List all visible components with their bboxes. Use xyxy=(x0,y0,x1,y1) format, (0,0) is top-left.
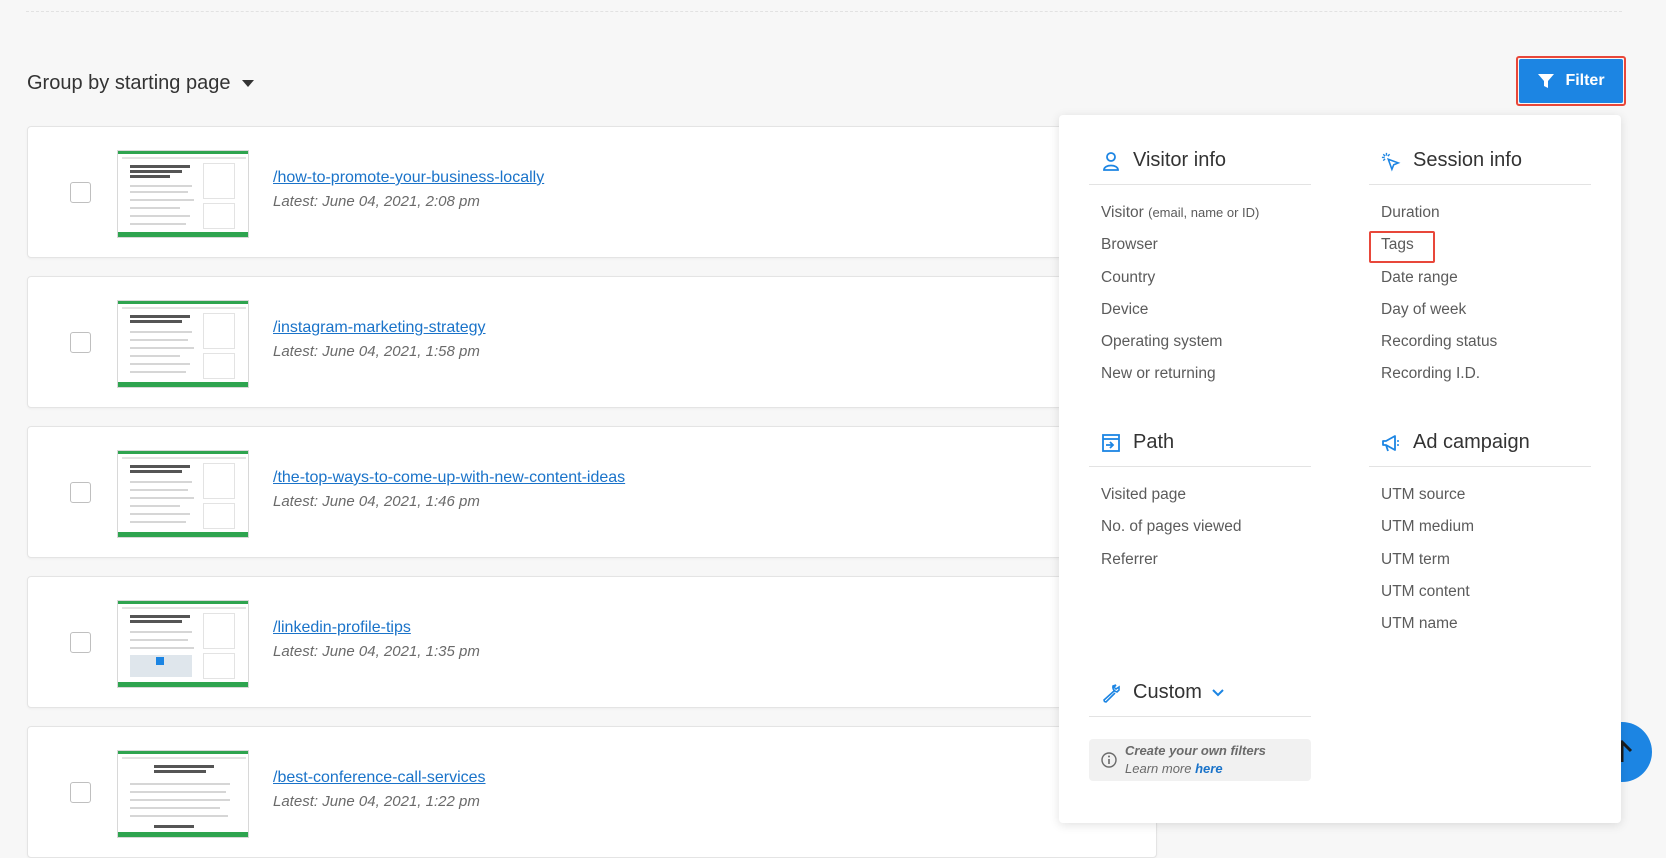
recording-path-link[interactable]: /instagram-marketing-strategy xyxy=(273,319,486,337)
filter-option-country[interactable]: Country xyxy=(1089,262,1311,294)
filter-option-operating-system[interactable]: Operating system xyxy=(1089,326,1311,358)
filter-option-recording-id[interactable]: Recording I.D. xyxy=(1369,358,1591,390)
caret-down-icon xyxy=(242,80,255,87)
user-icon xyxy=(1101,151,1121,171)
path-title: Path xyxy=(1133,431,1175,453)
page-thumbnail[interactable] xyxy=(117,750,249,838)
filter-option-visitor[interactable]: Visitor (email, name or ID) xyxy=(1089,197,1311,229)
session-info-section: Session info Duration Tags Date range Da… xyxy=(1369,137,1591,391)
filter-option-new-or-returning[interactable]: New or returning xyxy=(1089,358,1311,390)
recording-card: /the-top-ways-to-come-up-with-new-conten… xyxy=(27,426,1157,558)
learn-more-link[interactable]: here xyxy=(1195,761,1222,776)
filter-option-date-range[interactable]: Date range xyxy=(1369,262,1591,294)
recording-path-link[interactable]: /how-to-promote-your-business-locally xyxy=(273,169,544,187)
filter-option-utm-content[interactable]: UTM content xyxy=(1369,576,1591,608)
custom-note-line1: Create your own filters xyxy=(1125,743,1266,758)
recording-checkbox[interactable] xyxy=(70,482,91,503)
ad-campaign-header: Ad campaign xyxy=(1369,419,1591,467)
custom-section: Custom xyxy=(1089,669,1311,717)
path-section: Path Visited page No. of pages viewed Re… xyxy=(1089,419,1311,576)
top-divider xyxy=(26,11,1622,12)
filter-option-browser[interactable]: Browser xyxy=(1089,229,1311,261)
filter-option-visitor-hint: (email, name or ID) xyxy=(1148,205,1260,220)
tags-highlight-box xyxy=(1369,231,1435,264)
filter-option-tags[interactable]: Tags xyxy=(1369,229,1591,264)
filter-option-utm-source[interactable]: UTM source xyxy=(1369,479,1591,511)
recording-latest-time: Latest: June 04, 2021, 1:46 pm xyxy=(273,493,480,510)
filter-option-utm-term[interactable]: UTM term xyxy=(1369,544,1591,576)
recording-card: /best-conference-call-services Latest: J… xyxy=(27,726,1157,858)
info-icon xyxy=(1101,752,1117,768)
recording-latest-time: Latest: June 04, 2021, 2:08 pm xyxy=(273,193,480,210)
group-by-dropdown[interactable]: Group by starting page xyxy=(27,72,255,95)
visitor-info-header: Visitor info xyxy=(1089,137,1311,185)
recording-card: /how-to-promote-your-business-locally La… xyxy=(27,126,1157,258)
filter-option-recording-status[interactable]: Recording status xyxy=(1369,326,1591,358)
page-thumbnail[interactable] xyxy=(117,450,249,538)
filter-button-highlight: Filter xyxy=(1516,56,1626,106)
recording-latest-time: Latest: June 04, 2021, 1:22 pm xyxy=(273,793,480,810)
session-info-title: Session info xyxy=(1413,149,1522,171)
recording-checkbox[interactable] xyxy=(70,782,91,803)
filter-option-device[interactable]: Device xyxy=(1089,294,1311,326)
megaphone-icon xyxy=(1381,433,1401,453)
filter-panel: Visitor info Visitor (email, name or ID)… xyxy=(1059,115,1621,823)
visitor-info-title: Visitor info xyxy=(1133,149,1227,171)
wrench-icon xyxy=(1101,683,1121,703)
recording-path-link[interactable]: /best-conference-call-services xyxy=(273,769,486,787)
filter-option-utm-medium[interactable]: UTM medium xyxy=(1369,511,1591,543)
chevron-down-icon xyxy=(1212,689,1225,697)
recording-checkbox[interactable] xyxy=(70,332,91,353)
filter-option-pages-viewed[interactable]: No. of pages viewed xyxy=(1089,511,1311,543)
filter-option-visited-page[interactable]: Visited page xyxy=(1089,479,1311,511)
recording-latest-time: Latest: June 04, 2021, 1:35 pm xyxy=(273,643,480,660)
custom-filters-note: Create your own filters Learn more here xyxy=(1089,739,1311,781)
path-header: Path xyxy=(1089,419,1311,467)
filter-button[interactable]: Filter xyxy=(1519,59,1623,103)
custom-note-line2: Learn more xyxy=(1125,761,1192,776)
custom-title: Custom xyxy=(1133,681,1202,703)
ad-campaign-title: Ad campaign xyxy=(1413,431,1530,453)
recording-path-link[interactable]: /the-top-ways-to-come-up-with-new-conten… xyxy=(273,469,625,487)
recording-latest-time: Latest: June 04, 2021, 1:58 pm xyxy=(273,343,480,360)
session-info-header: Session info xyxy=(1369,137,1591,185)
recording-checkbox[interactable] xyxy=(70,632,91,653)
group-by-label: Group by starting page xyxy=(27,72,231,94)
ad-campaign-section: Ad campaign UTM source UTM medium UTM te… xyxy=(1369,419,1591,640)
filter-option-visitor-label: Visitor xyxy=(1101,204,1144,221)
filter-option-referrer[interactable]: Referrer xyxy=(1089,544,1311,576)
path-icon xyxy=(1101,433,1121,453)
custom-header[interactable]: Custom xyxy=(1089,669,1311,717)
page-thumbnail[interactable] xyxy=(117,300,249,388)
page-thumbnail[interactable] xyxy=(117,150,249,238)
visitor-info-section: Visitor info Visitor (email, name or ID)… xyxy=(1089,137,1311,391)
filter-option-duration[interactable]: Duration xyxy=(1369,197,1591,229)
filter-option-day-of-week[interactable]: Day of week xyxy=(1369,294,1591,326)
filter-button-label: Filter xyxy=(1565,72,1605,89)
page-thumbnail[interactable] xyxy=(117,600,249,688)
recording-path-link[interactable]: /linkedin-profile-tips xyxy=(273,619,411,637)
recording-card: /instagram-marketing-strategy Latest: Ju… xyxy=(27,276,1157,408)
filter-option-utm-name[interactable]: UTM name xyxy=(1369,608,1591,640)
cursor-click-icon xyxy=(1381,151,1401,171)
recording-checkbox[interactable] xyxy=(70,182,91,203)
recording-card: /linkedin-profile-tips Latest: June 04, … xyxy=(27,576,1157,708)
funnel-icon xyxy=(1538,74,1555,88)
